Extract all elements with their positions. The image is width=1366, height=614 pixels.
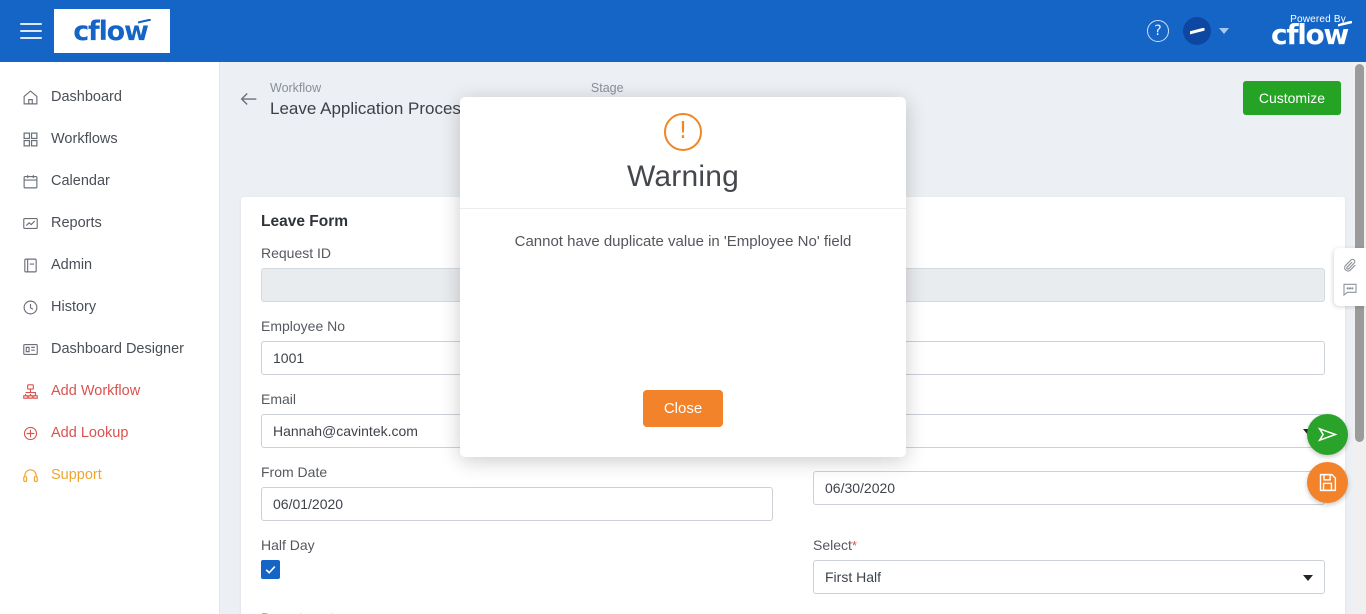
select-dropdown[interactable]: First Half <box>813 560 1325 594</box>
check-icon <box>265 565 276 574</box>
breadcrumb-workflow-value: Leave Application Proces <box>270 99 461 118</box>
sidebar-item-label: Support <box>51 467 102 483</box>
dashboard-designer-icon <box>22 341 39 358</box>
clock-history-icon <box>22 299 39 316</box>
powered-by-block: Powered By cflow <box>1271 14 1352 49</box>
from-date-label: From Date <box>261 464 328 480</box>
sidebar-item-label: Add Lookup <box>51 425 129 441</box>
breadcrumb-workflow: Workflow Leave Application Proces <box>270 80 461 120</box>
side-panel-tabs <box>1334 248 1366 306</box>
sidebar-item-label: Dashboard <box>51 89 122 105</box>
field-half-day: Half Day <box>261 537 773 594</box>
sidebar-item-label: Dashboard Designer <box>51 341 184 357</box>
app-logo-text: cflow <box>73 15 149 47</box>
sidebar-item-calendar[interactable]: Calendar <box>0 160 219 202</box>
arrow-left-icon[interactable] <box>238 88 260 110</box>
paperclip-icon[interactable] <box>1342 258 1358 274</box>
header-actions: ? Powered By cflow <box>1147 14 1352 49</box>
form-row-5: Half Day Select* First Half <box>261 537 1325 610</box>
breadcrumb-workflow-label: Workflow <box>270 81 322 95</box>
field-to-date <box>813 464 1325 521</box>
form-row-4: From Date <box>261 464 1325 537</box>
comment-icon[interactable] <box>1342 281 1358 297</box>
sidebar-item-history[interactable]: History <box>0 286 219 328</box>
warning-dialog-message: Cannot have duplicate value in 'Employee… <box>514 233 852 250</box>
powered-by-logo: cflow <box>1271 20 1352 49</box>
book-icon <box>22 257 39 274</box>
save-disk-icon <box>1319 473 1337 492</box>
help-circle-icon[interactable]: ? <box>1147 20 1170 42</box>
sidebar-item-dashboard-designer[interactable]: Dashboard Designer <box>0 328 219 370</box>
field-select: Select* First Half <box>813 537 1325 594</box>
warning-dialog-title: Warning <box>627 160 739 193</box>
half-day-label: Half Day <box>261 537 315 553</box>
warning-dialog-body: Cannot have duplicate value in 'Employee… <box>460 209 906 390</box>
warning-exclamation-icon: ! <box>664 113 702 151</box>
top-header-bar: cflow ? Powered By cflow <box>0 0 1366 62</box>
headset-icon <box>22 467 39 484</box>
calendar-icon <box>22 173 39 190</box>
save-button[interactable] <box>1307 462 1348 503</box>
report-icon <box>22 215 39 232</box>
customize-button[interactable]: Customize <box>1242 81 1341 115</box>
user-avatar[interactable] <box>1183 17 1212 45</box>
avatar-swoosh-icon <box>1189 27 1205 35</box>
sidebar-item-support[interactable]: Support <box>0 454 219 496</box>
sidebar-item-add-workflow[interactable]: Add Workflow <box>0 370 219 412</box>
field-department: Department <box>261 610 781 614</box>
form-row-6: Department <box>261 610 1325 614</box>
sidebar-item-workflows[interactable]: Workflows <box>0 118 219 160</box>
sidebar-item-label: Admin <box>51 257 93 273</box>
required-star: * <box>851 538 857 553</box>
close-button[interactable]: Close <box>642 390 724 427</box>
app-logo[interactable]: cflow <box>54 9 170 53</box>
vertical-scrollbar[interactable] <box>1353 62 1366 614</box>
sidebar-item-label: History <box>51 299 97 315</box>
sidebar-item-label: Calendar <box>51 173 110 189</box>
sidebar-item-admin[interactable]: Admin <box>0 244 219 286</box>
warning-dialog-header: ! Warning <box>460 97 906 209</box>
sidebar-item-label: Reports <box>51 215 102 231</box>
powered-logo-swoosh-icon <box>1338 20 1352 27</box>
breadcrumb-stage-label: Stage <box>590 81 624 95</box>
hamburger-icon[interactable] <box>20 23 42 39</box>
send-icon <box>1317 427 1338 442</box>
from-date-input[interactable] <box>261 487 773 521</box>
select-label-text: Select <box>813 537 852 553</box>
warning-dialog: ! Warning Cannot have duplicate value in… <box>460 97 906 457</box>
send-button[interactable] <box>1307 414 1348 455</box>
field-from-date: From Date <box>261 464 773 521</box>
department-label: Department <box>261 610 781 614</box>
chevron-down-icon <box>1303 575 1313 581</box>
breadcrumb-stage: Stage <box>591 80 624 98</box>
sidebar-item-label: Workflows <box>51 131 118 147</box>
select-value: First Half <box>825 569 881 585</box>
grid-icon <box>22 131 39 148</box>
warning-dialog-footer: Close <box>460 390 906 457</box>
sidebar-item-label: Add Workflow <box>51 383 141 399</box>
sidebar-nav: Dashboard Workflows Calendar Reports Adm… <box>0 62 220 614</box>
sidebar-item-add-lookup[interactable]: Add Lookup <box>0 412 219 454</box>
sidebar-item-dashboard[interactable]: Dashboard <box>0 76 219 118</box>
to-date-input[interactable] <box>813 471 1325 505</box>
half-day-checkbox[interactable] <box>261 560 280 579</box>
chevron-down-icon[interactable] <box>1219 28 1230 34</box>
sidebar-item-reports[interactable]: Reports <box>0 202 219 244</box>
home-icon <box>22 89 39 106</box>
add-workflow-icon <box>22 383 39 400</box>
add-lookup-icon <box>22 425 39 442</box>
select-label: Select* <box>813 537 1325 553</box>
